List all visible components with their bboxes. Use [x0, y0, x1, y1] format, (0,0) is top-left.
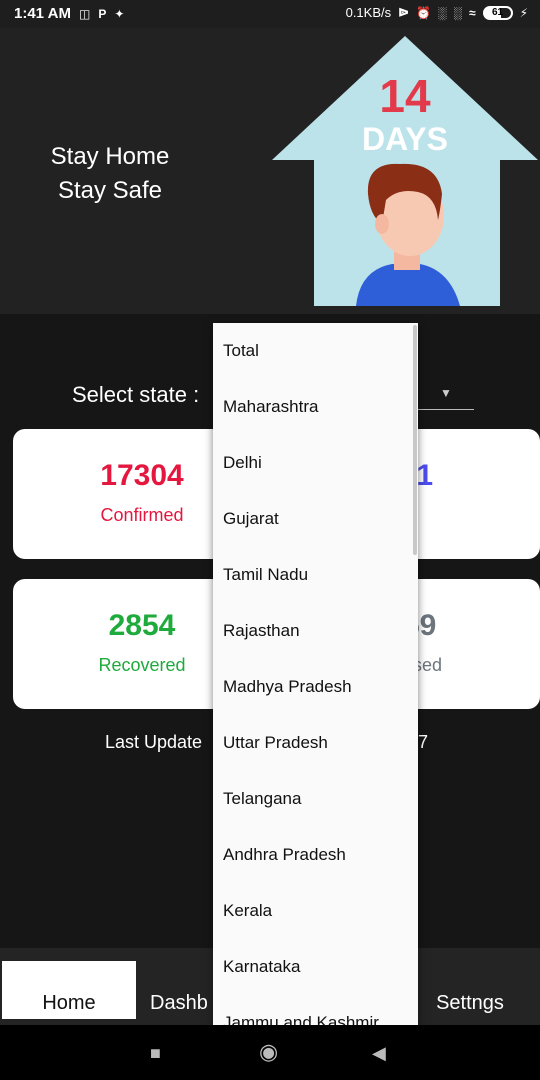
state-options-list: Total Maharashtra Delhi Gujarat Tamil Nadu Ra…	[213, 323, 418, 1025]
nav-home-tab[interactable]: Home	[2, 961, 136, 1019]
dropdown-option[interactable]: Andhra Pradesh	[213, 827, 418, 883]
select-state-label: Select state :	[72, 382, 200, 407]
dropdown-arrow-icon[interactable]: ▼	[440, 386, 452, 400]
bluetooth-icon: ᐉ	[398, 5, 409, 20]
state-dropdown-menu[interactable]: Total Maharashtra Delhi Gujarat Tamil Nadu Ra…	[213, 323, 418, 1025]
dropdown-option[interactable]: Telangana	[213, 771, 418, 827]
days-label: DAYS	[362, 121, 448, 157]
wifi-icon: ≈	[468, 5, 476, 20]
recent-apps-icon[interactable]: ■	[150, 1043, 161, 1064]
charging-icon: ⚡	[519, 5, 528, 20]
dropdown-option[interactable]: Gujarat	[213, 491, 418, 547]
signal-icon: ░	[437, 5, 447, 20]
signal-2-icon: ░	[453, 5, 462, 20]
dropdown-option[interactable]: Madhya Pradesh	[213, 659, 418, 715]
confirmed-count: 17304	[100, 459, 184, 492]
deceased-label: ased	[403, 655, 443, 675]
stay-home-illustration: 14 DAYS	[272, 36, 538, 306]
confirmed-label: Confirmed	[100, 505, 184, 525]
status-bar: 1:41 AM ◫ P ✦ 0.1KB/s ᐉ ⏰ ░ ░ ≈ 61 ⚡	[0, 0, 540, 28]
last-update-value: 7	[418, 732, 429, 752]
recovered-stat: 2854 Recovered	[42, 609, 242, 676]
battery-icon: 61	[482, 5, 513, 20]
notification-icon: ◫	[78, 6, 91, 21]
dropdown-option[interactable]: Kerala	[213, 883, 418, 939]
deceased-count: 59	[403, 609, 437, 642]
dropdown-option[interactable]: Delhi	[213, 435, 418, 491]
status-time: 1:41 AM	[14, 5, 71, 22]
dropdown-option[interactable]: Tamil Nadu	[213, 547, 418, 603]
dropdown-option[interactable]: Jammu and Kashmir	[213, 995, 418, 1025]
paytm-icon: P	[98, 6, 107, 21]
deceased-stat: 59 ased	[403, 609, 503, 676]
dropdown-option[interactable]: Maharashtra	[213, 379, 418, 435]
dropdown-scrollbar[interactable]	[413, 325, 417, 555]
alarm-off-icon: ⏰	[415, 5, 431, 20]
dropdown-option[interactable]: Uttar Pradesh	[213, 715, 418, 771]
home-circle-icon[interactable]: ◉	[259, 1039, 278, 1065]
twitter-icon: ✦	[114, 6, 125, 21]
slogan: Stay Home Stay Safe	[20, 140, 200, 208]
recovered-label: Recovered	[98, 655, 186, 675]
slogan-line-2: Stay Safe	[57, 177, 163, 204]
recovered-count: 2854	[108, 609, 176, 642]
last-update-label: Last Update	[105, 732, 203, 752]
dropdown-option[interactable]: Rajasthan	[213, 603, 418, 659]
system-nav-bar: ■ ◉ ◀	[0, 1025, 540, 1080]
confirmed-stat: 17304 Confirmed	[42, 459, 242, 526]
slogan-line-1: Stay Home	[50, 143, 170, 170]
days-number: 14	[379, 70, 431, 122]
net-speed: 0.1KB/s	[345, 5, 392, 20]
header-banner: Stay Home Stay Safe 14 DAYS	[0, 28, 540, 314]
nav-settings-tab[interactable]: Settngs	[420, 961, 520, 1019]
person-ear	[375, 214, 389, 234]
dropdown-option[interactable]: Karnataka	[213, 939, 418, 995]
dropdown-option[interactable]: Total	[213, 323, 418, 379]
back-icon[interactable]: ◀	[372, 1043, 386, 1064]
